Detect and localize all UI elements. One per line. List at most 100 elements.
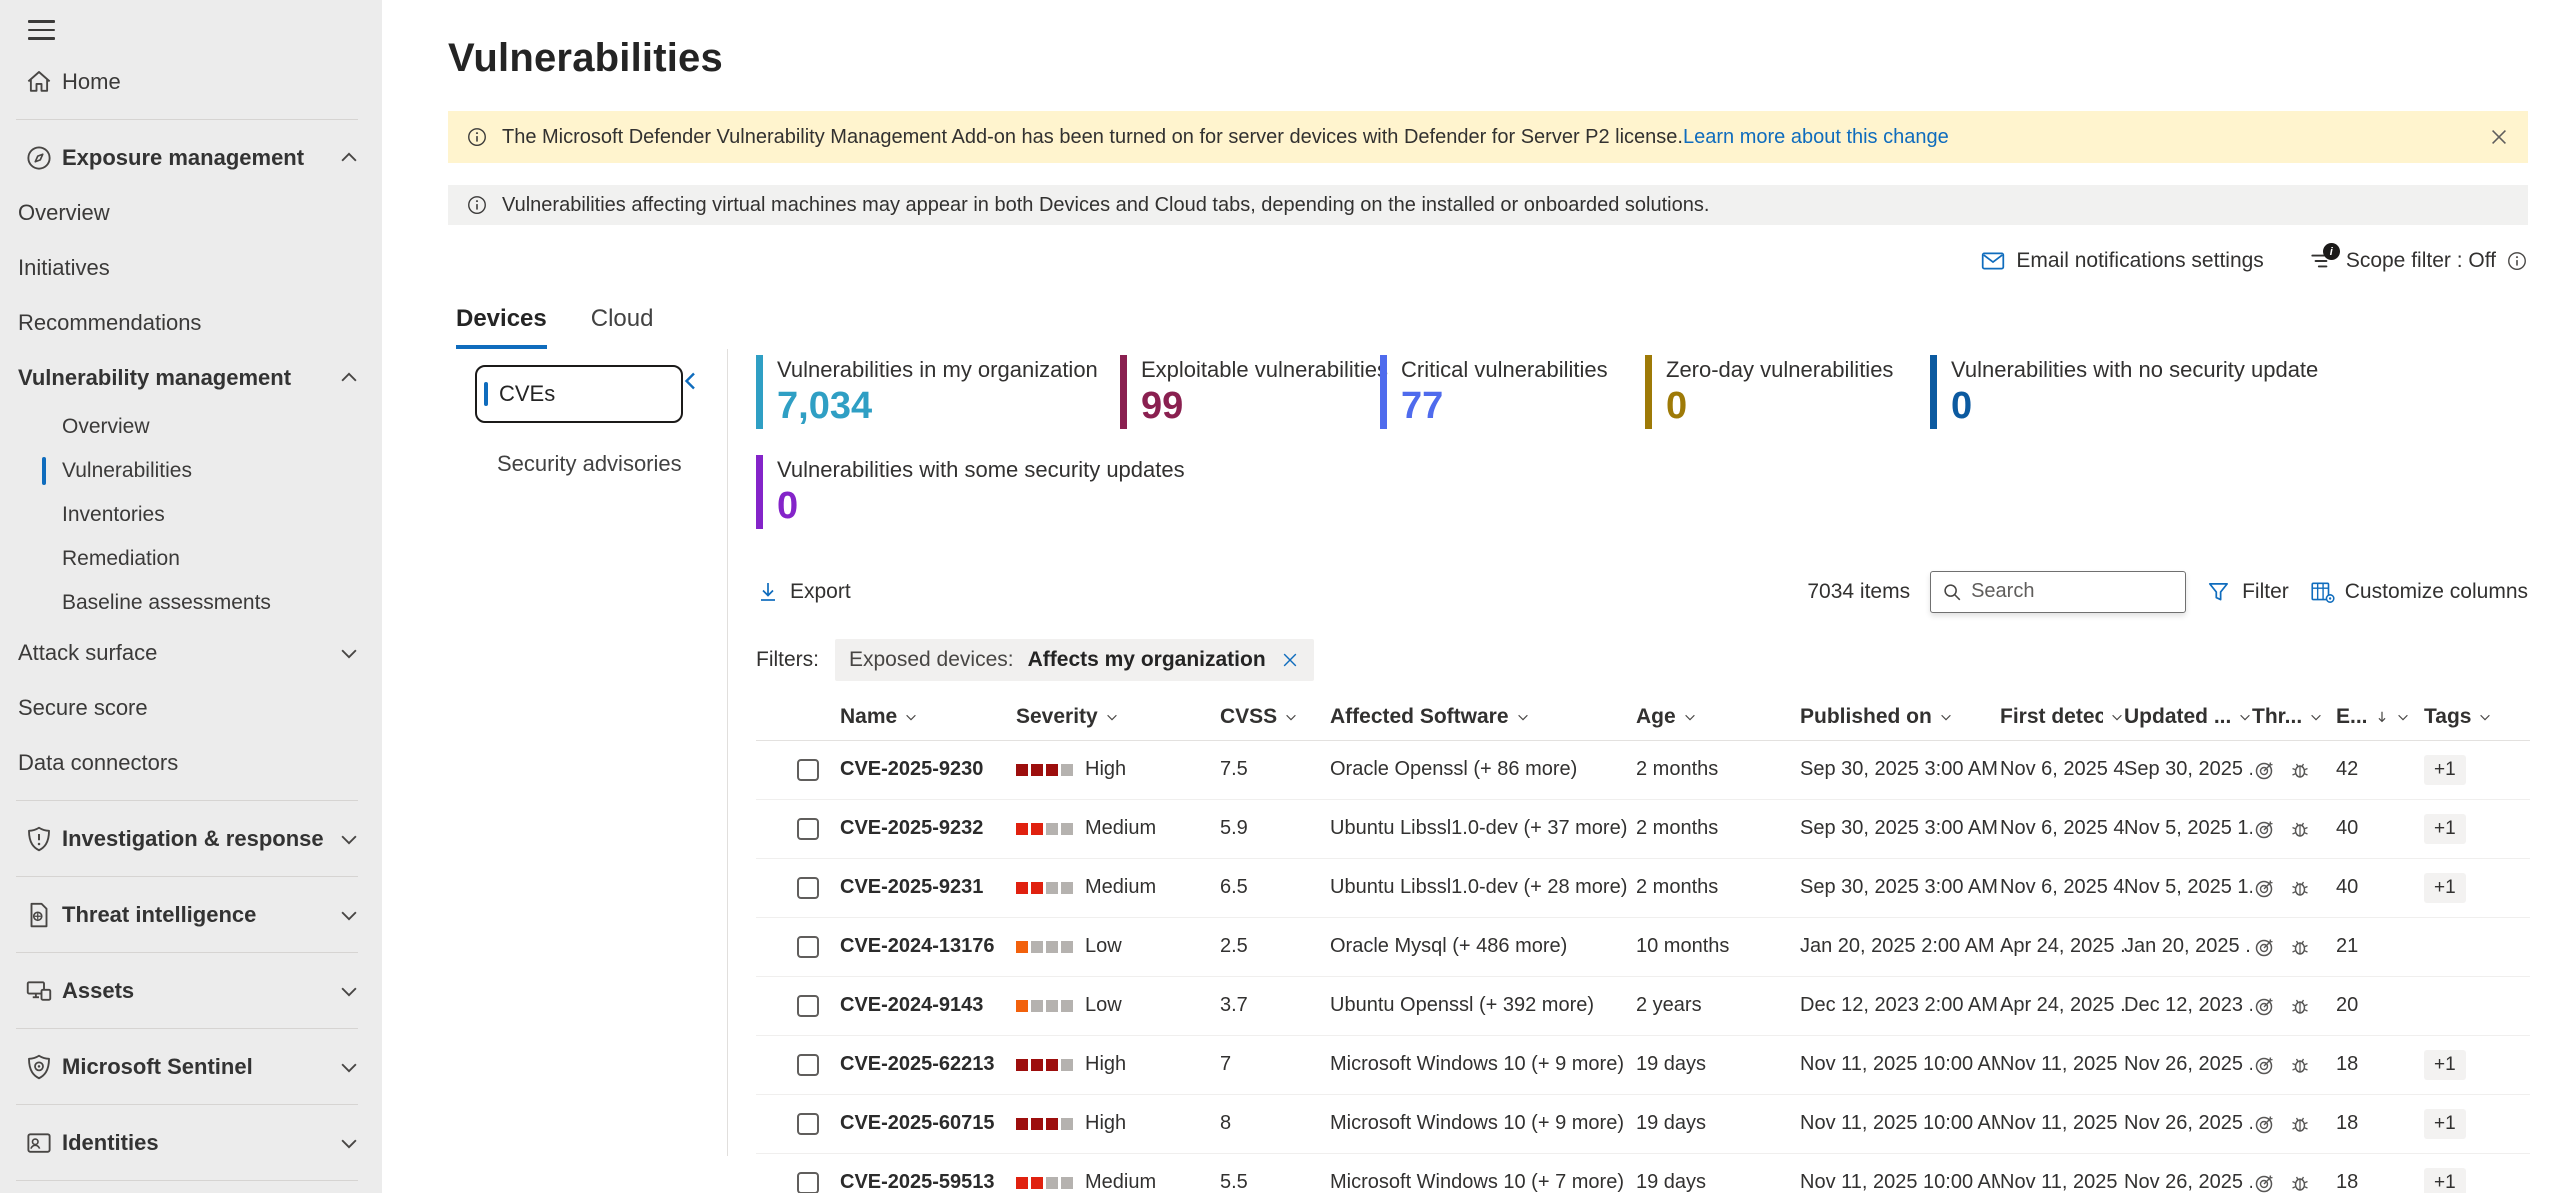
sidebar-item-data-connectors[interactable]: Data connectors: [0, 735, 382, 790]
cve-link[interactable]: CVE-2025-59513: [840, 1171, 995, 1193]
severity-bar: [1016, 1177, 1073, 1189]
column-header-age[interactable]: Age: [1636, 705, 1800, 729]
row-checkbox[interactable]: [797, 1172, 819, 1193]
search-input[interactable]: [1971, 580, 2175, 603]
sidebar-item-baseline-assessments[interactable]: Baseline assessments: [0, 581, 382, 625]
table-row[interactable]: CVE-2025-60715 High 8 Microsoft Windows …: [756, 1095, 2530, 1154]
cve-link[interactable]: CVE-2025-9231: [840, 876, 983, 898]
tags-badge[interactable]: +1: [2424, 814, 2466, 844]
cvss-value: 6.5: [1220, 876, 1330, 899]
severity-label: Medium: [1085, 1171, 1156, 1193]
column-header-tags[interactable]: Tags: [2424, 705, 2530, 729]
sidebar-item-microsoft-sentinel[interactable]: Microsoft Sentinel: [0, 1039, 382, 1094]
column-header-published-on[interactable]: Published on: [1800, 705, 2000, 729]
sidebar-item-inventories[interactable]: Inventories: [0, 493, 382, 537]
sidebar-item-threat-intelligence[interactable]: Threat intelligence: [0, 887, 382, 942]
sidebar-item-secure-score[interactable]: Secure score: [0, 680, 382, 735]
export-button[interactable]: Export: [756, 580, 851, 604]
row-checkbox[interactable]: [797, 936, 819, 958]
tags-badge[interactable]: +1: [2424, 873, 2466, 903]
sidebar-item-attack-surface[interactable]: Attack surface: [0, 625, 382, 680]
tab-cloud[interactable]: Cloud: [591, 305, 654, 349]
remove-filter-icon[interactable]: [1280, 650, 1300, 670]
sidebar-item-vm-overview[interactable]: Overview: [0, 405, 382, 449]
subnav-item-security-advisories[interactable]: Security advisories: [497, 451, 727, 477]
customize-columns-button[interactable]: Customize columns: [2309, 579, 2528, 605]
exploit-target-icon: [2252, 1171, 2276, 1193]
sidebar-item-vulnerabilities[interactable]: Vulnerabilities: [0, 449, 382, 493]
column-header-threats[interactable]: Thr...: [2252, 705, 2336, 729]
column-header-updated[interactable]: Updated ...: [2124, 705, 2252, 729]
sidebar-item-label: Remediation: [62, 547, 180, 571]
table-row[interactable]: CVE-2025-62213 High 7 Microsoft Windows …: [756, 1036, 2530, 1095]
learn-more-link[interactable]: Learn more about this change: [1683, 126, 1949, 148]
published-on: Sep 30, 2025 3:00 AM: [1800, 758, 2000, 781]
tab-devices[interactable]: Devices: [456, 305, 547, 349]
sidebar-item-identities[interactable]: Identities: [0, 1115, 382, 1170]
customize-columns-label: Customize columns: [2345, 580, 2528, 604]
chevron-up-icon: [338, 367, 360, 389]
column-header-exposed-devices[interactable]: E...: [2336, 705, 2424, 729]
filter-chip-exposed-devices[interactable]: Exposed devices: Affects my organization: [835, 639, 1314, 681]
tags-badge[interactable]: +1: [2424, 755, 2466, 785]
cve-link[interactable]: CVE-2024-9143: [840, 994, 983, 1016]
row-checkbox[interactable]: [797, 1113, 819, 1135]
subnav-item-cves[interactable]: CVEs: [475, 365, 683, 423]
collapse-panel-icon[interactable]: [679, 369, 703, 393]
filter-button[interactable]: Filter: [2206, 579, 2289, 605]
tags-badge[interactable]: +1: [2424, 1168, 2466, 1193]
table-row[interactable]: CVE-2025-59513 Medium 5.5 Microsoft Wind…: [756, 1154, 2530, 1193]
threats-cell: [2252, 935, 2336, 959]
table-row[interactable]: CVE-2025-9232 Medium 5.9 Ubuntu Libssl1.…: [756, 800, 2530, 859]
table-row[interactable]: CVE-2025-9231 Medium 6.5 Ubuntu Libssl1.…: [756, 859, 2530, 918]
column-header-name[interactable]: Name: [840, 705, 1016, 729]
info-icon[interactable]: [2506, 250, 2528, 272]
row-checkbox[interactable]: [797, 759, 819, 781]
threats-cell: [2252, 1053, 2336, 1077]
column-header-cvss[interactable]: CVSS: [1220, 705, 1330, 729]
sidebar-item-recommendations[interactable]: Recommendations: [0, 295, 382, 350]
tags-badge[interactable]: +1: [2424, 1050, 2466, 1080]
search-box[interactable]: [1930, 571, 2186, 613]
sidebar-item-investigation-response[interactable]: Investigation & response: [0, 811, 382, 866]
column-header-severity[interactable]: Severity: [1016, 705, 1220, 729]
cvss-value: 5.9: [1220, 817, 1330, 840]
chevron-down-icon: [904, 710, 918, 724]
updated-on: Nov 26, 2025 ...: [2124, 1112, 2252, 1135]
cve-link[interactable]: CVE-2025-9230: [840, 758, 983, 780]
tags-badge[interactable]: +1: [2424, 1109, 2466, 1139]
sidebar-item-label: Home: [62, 69, 121, 95]
table-row[interactable]: CVE-2025-9230 High 7.5 Oracle Openssl (+…: [756, 741, 2530, 800]
published-on: Jan 20, 2025 2:00 AM: [1800, 935, 2000, 958]
row-checkbox[interactable]: [797, 995, 819, 1017]
bug-icon: [2288, 758, 2312, 782]
cve-link[interactable]: CVE-2025-62213: [840, 1053, 995, 1075]
sidebar-item-vulnerability-management[interactable]: Vulnerability management: [0, 350, 382, 405]
published-on: Sep 30, 2025 3:00 AM: [1800, 876, 2000, 899]
chevron-down-icon: [2238, 710, 2252, 724]
stat-card-org-vulnerabilities: Vulnerabilities in my organization 7,034: [756, 355, 1120, 429]
stat-label: Vulnerabilities in my organization: [777, 357, 1120, 383]
row-checkbox[interactable]: [797, 877, 819, 899]
exploit-target-icon: [2252, 994, 2276, 1018]
hamburger-menu-button[interactable]: [0, 10, 60, 54]
column-header-first-detected[interactable]: First detecte: [2000, 705, 2124, 729]
sidebar-item-overview[interactable]: Overview: [0, 185, 382, 240]
column-header-affected-software[interactable]: Affected Software: [1330, 705, 1636, 729]
table-row[interactable]: CVE-2024-13176 Low 2.5 Oracle Mysql (+ 4…: [756, 918, 2530, 977]
exposed-devices-count: 18: [2336, 1053, 2424, 1076]
cve-link[interactable]: CVE-2025-60715: [840, 1112, 995, 1134]
table-row[interactable]: CVE-2024-9143 Low 3.7 Ubuntu Openssl (+ …: [756, 977, 2530, 1036]
row-checkbox[interactable]: [797, 818, 819, 840]
sidebar-item-assets[interactable]: Assets: [0, 963, 382, 1018]
close-icon[interactable]: [2488, 126, 2510, 148]
email-notifications-button[interactable]: Email notifications settings: [1980, 248, 2263, 274]
cve-link[interactable]: CVE-2024-13176: [840, 935, 995, 957]
cve-link[interactable]: CVE-2025-9232: [840, 817, 983, 839]
row-checkbox[interactable]: [797, 1054, 819, 1076]
sidebar-item-initiatives[interactable]: Initiatives: [0, 240, 382, 295]
sidebar-item-remediation[interactable]: Remediation: [0, 537, 382, 581]
scope-filter-button[interactable]: i Scope filter : Off: [2308, 248, 2528, 274]
sidebar-item-home[interactable]: Home: [0, 54, 382, 109]
sidebar-item-exposure-management[interactable]: Exposure management: [0, 130, 382, 185]
